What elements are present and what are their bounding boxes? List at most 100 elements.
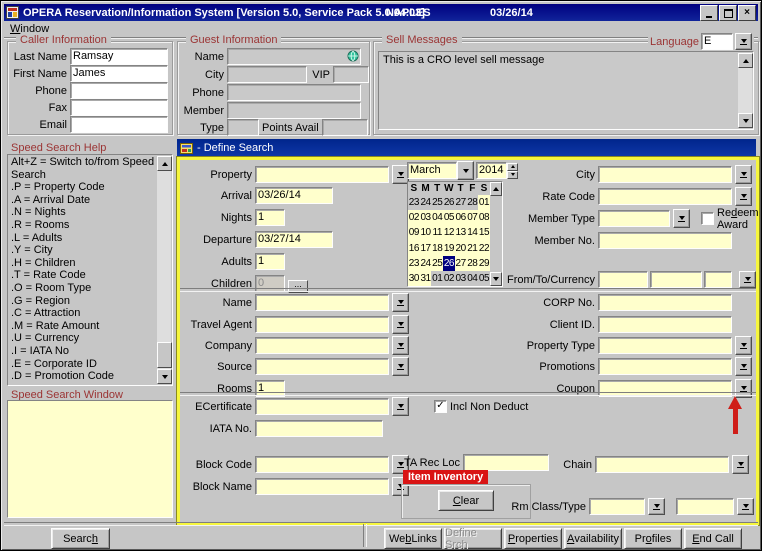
nights-field[interactable]: 1 (255, 209, 285, 226)
help-list-item[interactable]: .O = Room Type (11, 282, 156, 295)
fax-field[interactable] (70, 99, 168, 116)
calendar-day[interactable]: 25 (431, 195, 443, 210)
type-field[interactable] (227, 119, 259, 136)
calendar-day[interactable]: 09 (408, 225, 420, 240)
language-dropdown-button[interactable] (735, 33, 752, 50)
travel-agent-dropdown-button[interactable] (392, 315, 409, 334)
calendar-day[interactable]: 03 (455, 271, 467, 286)
first-name-field[interactable]: James (70, 65, 168, 82)
help-list-item[interactable]: .I = IATA No (11, 345, 156, 358)
help-list-item[interactable]: .H = Children (11, 257, 156, 270)
calendar-day[interactable]: 04 (431, 210, 443, 225)
help-list-item[interactable]: .G = Region (11, 295, 156, 308)
promotions-field[interactable] (598, 358, 732, 375)
scroll-up-button[interactable] (738, 53, 753, 68)
iata-no-field[interactable] (255, 420, 383, 437)
help-list-scrollbar[interactable] (157, 156, 171, 384)
calendar-year-field[interactable]: 2014 (476, 162, 507, 179)
calendar-day[interactable]: 27 (455, 256, 467, 271)
vip-field[interactable] (333, 66, 369, 83)
clear-button[interactable]: Clear (438, 490, 494, 511)
calendar-day[interactable]: 23 (408, 256, 420, 271)
departure-field[interactable]: 03/27/14 (255, 231, 333, 248)
company-dropdown-button[interactable] (392, 336, 409, 355)
name-dropdown-button[interactable] (392, 293, 409, 312)
rate-code-field[interactable] (598, 188, 732, 205)
corp-no-field[interactable] (598, 294, 732, 311)
guest-name-field[interactable] (227, 48, 361, 65)
incl-non-deduct-checkbox[interactable]: ✓ (434, 400, 447, 413)
promotions-dropdown-button[interactable] (735, 357, 752, 376)
sell-message-box[interactable]: This is a CRO level sell message (378, 51, 754, 130)
property-field[interactable] (255, 166, 389, 183)
calendar-day-selected[interactable]: 26 (443, 256, 455, 271)
source-dropdown-button[interactable] (392, 357, 409, 376)
help-scroll-down-button[interactable] (157, 369, 172, 384)
footer-button-properties[interactable]: Properties (504, 528, 562, 549)
search-button[interactable]: Search (51, 528, 110, 549)
calendar-day[interactable]: 01 (478, 195, 490, 210)
help-list-item[interactable]: .A = Arrival Date (11, 194, 156, 207)
calendar-day[interactable]: 13 (455, 225, 467, 240)
member-no-field[interactable] (598, 232, 732, 249)
help-list-item[interactable]: .D = Promotion Code (11, 370, 156, 383)
scroll-down-button[interactable] (738, 113, 753, 128)
calendar-month-select[interactable]: March (407, 162, 457, 179)
name-field[interactable] (255, 294, 389, 311)
travel-agent-field[interactable] (255, 316, 389, 333)
help-list-item[interactable]: .L = Adults (11, 232, 156, 245)
calendar-day[interactable]: 03 (420, 210, 432, 225)
company-field[interactable] (255, 337, 389, 354)
calendar-day[interactable]: 01 (431, 271, 443, 286)
footer-button-web-links[interactable]: Web Links (384, 528, 442, 549)
maximize-button[interactable] (719, 5, 737, 21)
calendar-day[interactable]: 28 (466, 256, 478, 271)
from-to-currency-dropdown-button[interactable] (739, 271, 756, 288)
calendar-day[interactable]: 19 (443, 241, 455, 256)
calendar-day[interactable]: 02 (443, 271, 455, 286)
help-scroll-up-button[interactable] (157, 156, 172, 171)
rm-type-dropdown-button[interactable] (737, 498, 754, 515)
member-type-dropdown-button[interactable] (673, 209, 690, 228)
calendar-day[interactable]: 24 (420, 195, 432, 210)
calendar-day[interactable]: 20 (455, 241, 467, 256)
help-list-item[interactable]: .R = Rooms (11, 219, 156, 232)
arrival-field[interactable]: 03/26/14 (255, 187, 333, 204)
help-list-item[interactable]: .P = Property Code (11, 181, 156, 194)
calendar-day[interactable]: 04 (466, 271, 478, 286)
footer-button-availability[interactable]: Availability (564, 528, 622, 549)
currency-field[interactable] (704, 271, 732, 288)
calendar-day[interactable]: 25 (431, 256, 443, 271)
calendar-day[interactable]: 15 (478, 225, 490, 240)
guest-phone-field[interactable] (227, 84, 361, 101)
chain-field[interactable] (595, 456, 729, 473)
city-dropdown-button[interactable] (735, 165, 752, 184)
calendar-day[interactable]: 16 (408, 241, 420, 256)
rate-code-dropdown-button[interactable] (735, 187, 752, 206)
calendar-day[interactable]: 05 (443, 210, 455, 225)
member-type-field[interactable] (598, 210, 670, 227)
email-field[interactable] (70, 116, 168, 133)
help-list-item[interactable]: .U = Currency (11, 332, 156, 345)
source-field[interactable] (255, 358, 389, 375)
help-list-item[interactable]: .M = Rate Amount (11, 320, 156, 333)
speed-search-help-list[interactable]: Alt+Z = Switch to/from Speed Search.P = … (7, 154, 173, 386)
city-field[interactable] (598, 166, 732, 183)
redeem-award-checkbox[interactable] (701, 212, 714, 225)
help-scroll-thumb[interactable] (157, 342, 172, 368)
calendar-day[interactable]: 18 (431, 241, 443, 256)
ecertificate-dropdown-button[interactable] (392, 397, 409, 416)
ecertificate-field[interactable] (255, 398, 389, 415)
calendar-day[interactable]: 10 (420, 225, 432, 240)
calendar-day[interactable]: 14 (466, 225, 478, 240)
property-type-field[interactable] (598, 337, 732, 354)
calendar-day[interactable]: 22 (478, 241, 490, 256)
footer-button-end-call[interactable]: End Call (684, 528, 742, 549)
calendar-day[interactable]: 05 (478, 271, 490, 286)
calendar-day[interactable]: 23 (408, 195, 420, 210)
calendar-day[interactable]: 08 (478, 210, 490, 225)
help-list-item[interactable]: Alt+Z = Switch to/from Speed Search (11, 156, 156, 181)
points-avail-field[interactable] (322, 119, 368, 136)
caller-phone-field[interactable] (70, 82, 168, 99)
calendar-day[interactable]: 30 (408, 271, 420, 286)
